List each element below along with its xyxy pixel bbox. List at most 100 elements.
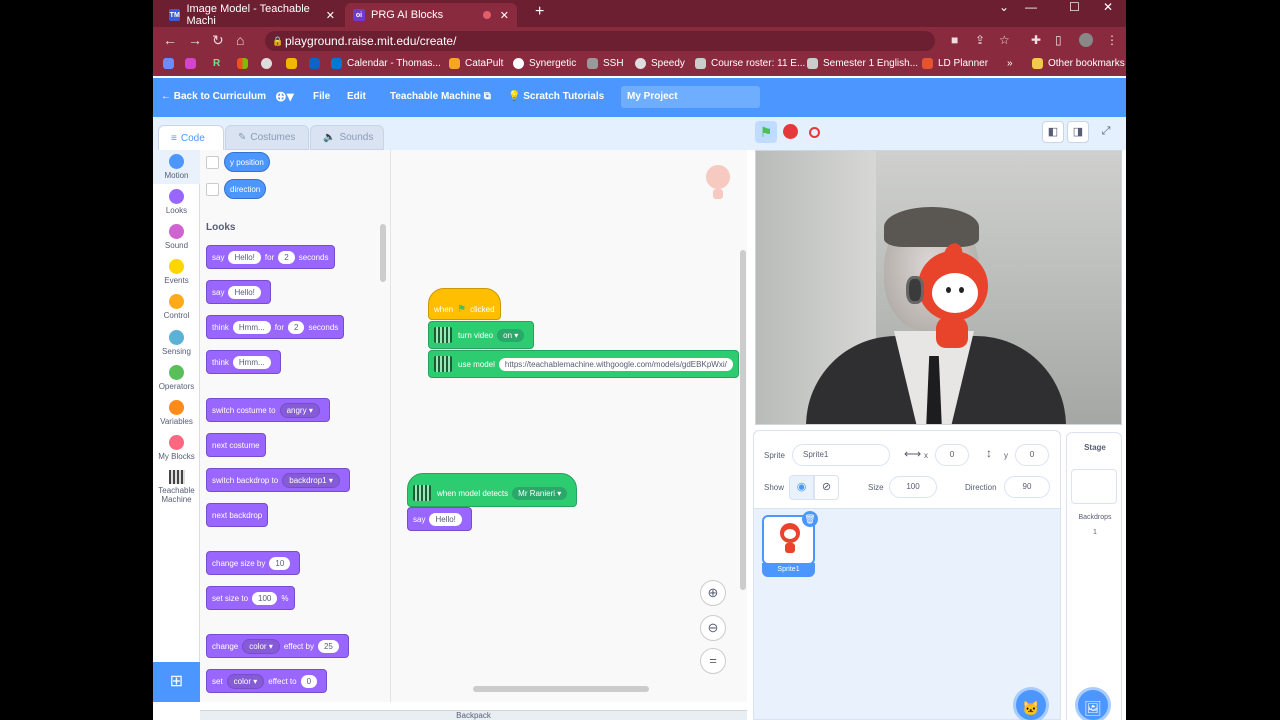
block-change-effect[interactable]: change color ▾ effect by 25	[206, 634, 349, 658]
tab-costumes[interactable]: ✎ Costumes	[225, 125, 309, 150]
reload-icon[interactable]: ↻	[212, 32, 224, 49]
hat-when-flag-clicked[interactable]: when ⚑ clicked	[428, 288, 501, 320]
home-icon[interactable]: ⌂	[236, 32, 244, 48]
camera-icon[interactable]: ■	[951, 33, 958, 47]
bookmark-catapult[interactable]: CataPult	[449, 58, 503, 69]
fullscreen-icon[interactable]: ⤢	[1095, 121, 1117, 143]
close-tab-icon[interactable]: ✕	[500, 9, 509, 22]
back-arrow-icon[interactable]: ←	[163, 32, 177, 48]
palette-scrollbar[interactable]	[380, 224, 386, 282]
direction-input[interactable]: 90	[1004, 476, 1050, 498]
zoom-out-button[interactable]: ⊖	[700, 615, 726, 641]
more-bookmarks-icon[interactable]: »	[1007, 58, 1013, 69]
x-input[interactable]: 0	[935, 444, 969, 466]
bookmark-course-roster[interactable]: Course roster: 11 E...	[695, 58, 805, 69]
menu-icon[interactable]: ⋮	[1106, 33, 1118, 47]
add-backdrop-button[interactable]: 🖼	[1075, 687, 1111, 720]
block-next-costume[interactable]: next costume	[206, 433, 266, 457]
star-icon[interactable]: ☆	[999, 33, 1010, 47]
block-say-for-seconds[interactable]: say Hello! for 2 seconds	[206, 245, 335, 269]
bookmark-ld-planner[interactable]: LD Planner	[922, 58, 988, 69]
bookmark-icon[interactable]	[286, 58, 302, 69]
zoom-in-button[interactable]: ⊕	[700, 580, 726, 606]
backpack-header[interactable]: Backpack	[200, 710, 747, 720]
script-vertical-scrollbar[interactable]	[740, 250, 746, 590]
show-hidden-button[interactable]: ⊘	[814, 475, 839, 500]
bookmark-synergetic[interactable]: Synergetic	[513, 58, 576, 69]
block-say[interactable]: say Hello!	[206, 280, 271, 304]
bookmark-r[interactable]: R	[213, 58, 220, 69]
category-sensing[interactable]: Sensing	[153, 330, 200, 356]
sidebar-icon[interactable]: ▯	[1055, 33, 1062, 47]
hat-when-model-detects[interactable]: when model detects Mr Ranieri ▾	[407, 473, 578, 507]
project-title-input[interactable]: My Project	[621, 86, 760, 108]
file-menu[interactable]: File	[313, 91, 330, 102]
size-input[interactable]: 100	[889, 476, 937, 498]
category-looks[interactable]: Looks	[153, 189, 200, 215]
maximize-icon[interactable]: ☐	[1069, 0, 1080, 14]
edit-menu[interactable]: Edit	[347, 91, 366, 102]
category-control[interactable]: Control	[153, 294, 200, 320]
zoom-reset-button[interactable]: =	[700, 648, 726, 674]
stage-thumbnail[interactable]	[1071, 469, 1117, 504]
block-set-size[interactable]: set size to 100%	[206, 586, 295, 610]
block-say-script[interactable]: say Hello!	[407, 507, 472, 531]
browser-tab-teachable[interactable]: TM Image Model - Teachable Machi ✕	[161, 3, 343, 27]
bookmark-semester[interactable]: Semester 1 English...	[807, 58, 918, 69]
stage-canvas[interactable]	[755, 150, 1122, 425]
add-sprite-button[interactable]: 🐱	[1013, 687, 1049, 720]
bookmark-icon[interactable]	[309, 58, 325, 69]
script-area[interactable]: when ⚑ clicked turn video on ▾ use model…	[390, 150, 747, 702]
share-icon[interactable]: ⇪	[975, 33, 985, 47]
minimize-icon[interactable]: —	[1025, 0, 1037, 14]
globe-icon[interactable]: ⊕▾	[275, 88, 294, 105]
add-extension-button[interactable]: ⊞	[153, 662, 200, 702]
bookmark-calendar[interactable]: Calendar - Thomas...	[331, 58, 441, 69]
bookmark-icon[interactable]	[237, 58, 253, 69]
script-horizontal-scrollbar[interactable]	[473, 686, 649, 692]
chevron-down-icon[interactable]: ⌄	[999, 0, 1009, 14]
block-y-position[interactable]: y position	[224, 152, 270, 172]
category-motion[interactable]: Motion	[153, 150, 200, 184]
small-stage-button[interactable]: ◧	[1042, 121, 1064, 143]
bookmark-speedy[interactable]: Speedy	[635, 58, 685, 69]
browser-tab-prg[interactable]: oi PRG AI Blocks ✕	[345, 3, 517, 27]
scratch-tutorials-link[interactable]: 💡 Scratch Tutorials	[508, 91, 604, 102]
block-think-for-seconds[interactable]: think Hmm... for 2 seconds	[206, 315, 345, 339]
large-stage-button[interactable]: ◨	[1067, 121, 1089, 143]
back-to-curriculum-link[interactable]: ← Back to Curriculum	[161, 91, 266, 102]
record-button[interactable]	[809, 127, 820, 138]
block-direction[interactable]: direction	[224, 179, 267, 199]
category-operators[interactable]: Operators	[153, 365, 200, 391]
tab-sounds[interactable]: 🔈 Sounds	[310, 125, 384, 150]
show-visible-button[interactable]: ◉	[789, 475, 814, 500]
url-input[interactable]: 🔒 playground.raise.mit.edu/create/	[265, 31, 935, 51]
category-events[interactable]: Events	[153, 259, 200, 285]
avatar[interactable]	[1079, 33, 1093, 47]
close-tab-icon[interactable]: ✕	[326, 9, 335, 22]
bookmark-other[interactable]: Other bookmarks	[1032, 58, 1125, 69]
teachable-machine-link[interactable]: Teachable Machine ⧉	[390, 91, 491, 102]
delete-sprite-icon[interactable]: 🗑	[802, 511, 818, 527]
block-change-size[interactable]: change size by 10	[206, 551, 301, 575]
bookmark-icon[interactable]	[261, 58, 277, 69]
tab-code[interactable]: ≡ Code	[158, 125, 224, 150]
block-set-effect[interactable]: set color ▾ effect to 0	[206, 669, 328, 693]
close-window-icon[interactable]: ✕	[1103, 0, 1113, 14]
green-flag-button[interactable]: ⚑	[755, 121, 777, 143]
checkbox[interactable]	[206, 183, 219, 196]
block-turn-video[interactable]: turn video on ▾	[428, 321, 535, 349]
say-text-field[interactable]: Hello!	[429, 512, 462, 526]
category-variables[interactable]: Variables	[153, 400, 200, 426]
sprite-name-input[interactable]: Sprite1	[792, 444, 890, 466]
bookmark-ssh[interactable]: SSH	[587, 58, 624, 69]
new-tab-icon[interactable]: +	[535, 3, 544, 21]
category-teachable-machine[interactable]: Teachable Machine	[153, 470, 200, 504]
forward-arrow-icon[interactable]: →	[188, 32, 202, 48]
bookmark-icon[interactable]	[163, 58, 179, 69]
block-next-backdrop[interactable]: next backdrop	[206, 503, 269, 527]
block-switch-costume[interactable]: switch costume to angry ▾	[206, 398, 330, 422]
block-think[interactable]: think Hmm...	[206, 350, 281, 374]
y-input[interactable]: 0	[1015, 444, 1049, 466]
category-my-blocks[interactable]: My Blocks	[153, 435, 200, 461]
